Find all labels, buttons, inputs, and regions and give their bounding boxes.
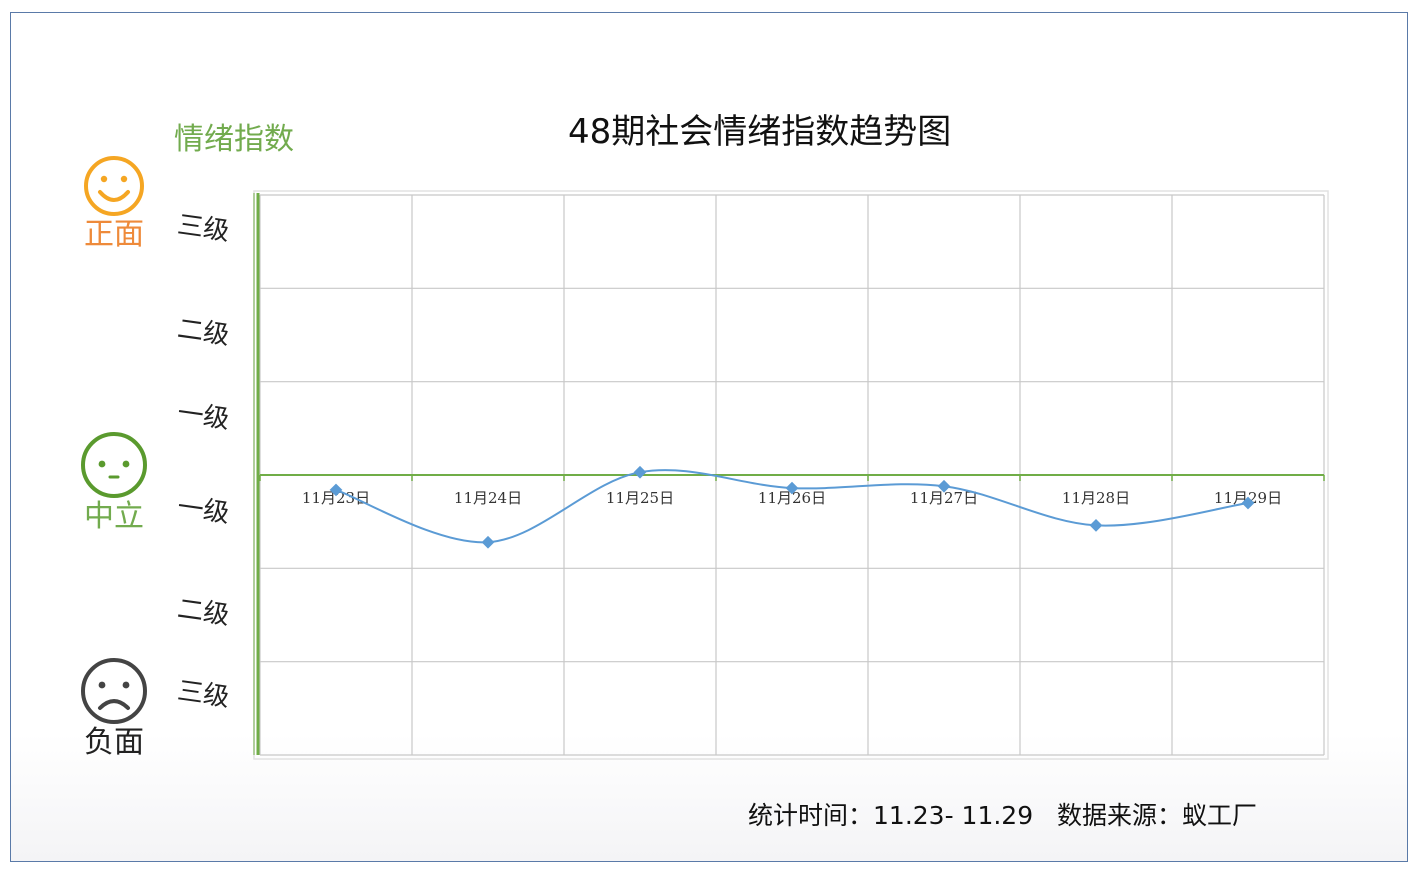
x-tick-label: 11月25日 [606, 489, 674, 507]
footer: 统计时间：11.23- 11.29 数据来源：蚁工厂 [748, 796, 1257, 832]
data-point-marker [633, 465, 647, 479]
source-label: 数据来源： [1056, 801, 1182, 830]
x-tick-label: 11月28日 [1062, 489, 1130, 507]
source-value: 蚁工厂 [1181, 801, 1257, 830]
trend-chart: 11月23日11月24日11月25日11月26日11月27日11月28日11月2… [253, 190, 1329, 760]
data-point-marker [481, 535, 495, 549]
data-point-marker [1089, 519, 1103, 532]
x-tick-label: 11月24日 [454, 489, 522, 507]
time-range: 11.23- 11.29 [873, 801, 1034, 830]
time-label: 统计时间： [748, 801, 874, 830]
